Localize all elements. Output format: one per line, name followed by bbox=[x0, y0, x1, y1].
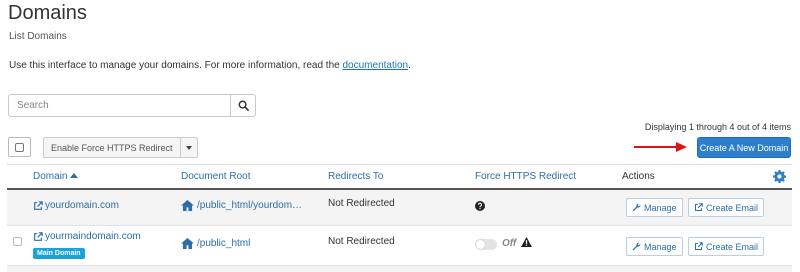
external-link-icon bbox=[694, 242, 703, 251]
force-https-state: Off bbox=[502, 238, 517, 249]
intro-text: Use this interface to manage your domain… bbox=[9, 60, 411, 71]
force-https-dropdown-toggle[interactable] bbox=[180, 137, 198, 158]
table-row: yourmaindomain.com Main Domain /public_h… bbox=[7, 226, 792, 266]
search-icon bbox=[238, 100, 249, 111]
question-circle-icon[interactable] bbox=[475, 201, 485, 214]
domains-table: Domain Document Root Redirects To Force … bbox=[7, 164, 792, 272]
home-icon bbox=[181, 200, 194, 211]
column-header-actions: Actions bbox=[622, 171, 655, 182]
create-email-button-label: Create Email bbox=[706, 241, 759, 252]
create-email-button[interactable]: Create Email bbox=[688, 198, 765, 217]
wrench-icon bbox=[632, 203, 641, 212]
document-root-label: /public_html bbox=[197, 238, 251, 249]
table-row: yourdomain.com /public_html/yourdomain.c… bbox=[7, 190, 792, 226]
documentation-link[interactable]: documentation bbox=[343, 60, 409, 71]
select-all-checkbox[interactable] bbox=[8, 137, 31, 157]
redirect-status: Not Redirected bbox=[328, 198, 395, 209]
table-row bbox=[7, 266, 792, 272]
domain-link[interactable]: yourmaindomain.com bbox=[33, 231, 141, 242]
wrench-icon bbox=[632, 242, 641, 251]
page-title: Domains bbox=[8, 2, 87, 24]
external-link-icon bbox=[34, 231, 43, 241]
document-root-link[interactable]: /public_html/yourdomain.com bbox=[181, 200, 307, 211]
pagination-summary: Displaying 1 through 4 out of 4 items bbox=[644, 122, 791, 132]
home-icon bbox=[181, 238, 194, 249]
column-header-force-https[interactable]: Force HTTPS Redirect bbox=[475, 171, 576, 182]
create-email-button[interactable]: Create Email bbox=[688, 237, 765, 256]
external-link-icon bbox=[34, 200, 43, 210]
gear-icon[interactable] bbox=[773, 170, 787, 188]
search-button[interactable] bbox=[230, 95, 255, 116]
domain-link-label: yourmaindomain.com bbox=[45, 231, 141, 242]
select-all-checkbox-box bbox=[15, 142, 24, 152]
column-header-document-root[interactable]: Document Root bbox=[181, 171, 250, 182]
manage-button[interactable]: Manage bbox=[626, 198, 683, 217]
annotation-arrow-head bbox=[676, 142, 687, 152]
table-header: Domain Document Root Redirects To Force … bbox=[7, 164, 792, 190]
column-header-redirects-to[interactable]: Redirects To bbox=[328, 171, 383, 182]
row-checkbox[interactable] bbox=[13, 237, 22, 246]
domain-link[interactable]: yourdomain.com bbox=[33, 200, 119, 211]
intro-text-body: Use this interface to manage your domain… bbox=[9, 60, 343, 71]
intro-text-end: . bbox=[408, 60, 411, 71]
main-domain-badge: Main Domain bbox=[33, 248, 85, 259]
toggle-knob bbox=[476, 240, 485, 249]
external-link-icon bbox=[694, 203, 703, 212]
column-header-domain[interactable]: Domain bbox=[33, 171, 79, 182]
create-email-button-label: Create Email bbox=[706, 202, 759, 213]
manage-button-label: Manage bbox=[644, 241, 677, 252]
manage-button[interactable]: Manage bbox=[626, 237, 683, 256]
redirect-status: Not Redirected bbox=[328, 236, 395, 247]
document-root-label: /public_html/yourdomain.com bbox=[197, 200, 307, 211]
sort-ascending-icon bbox=[70, 173, 79, 178]
enable-force-https-button[interactable]: Enable Force HTTPS Redirect bbox=[43, 137, 181, 158]
force-https-toggle[interactable] bbox=[475, 239, 497, 250]
domain-link-label: yourdomain.com bbox=[45, 200, 119, 211]
chevron-down-icon bbox=[185, 145, 192, 150]
document-root-link[interactable]: /public_html bbox=[181, 238, 250, 249]
search-box bbox=[8, 94, 256, 117]
column-header-domain-label: Domain bbox=[33, 171, 68, 182]
warning-icon[interactable] bbox=[521, 237, 532, 250]
page-subtitle: List Domains bbox=[9, 31, 67, 42]
force-https-button-group: Enable Force HTTPS Redirect bbox=[43, 137, 198, 158]
search-input[interactable] bbox=[9, 95, 230, 116]
manage-button-label: Manage bbox=[644, 202, 677, 213]
create-new-domain-button[interactable]: Create A New Domain bbox=[697, 137, 791, 158]
annotation-arrow-shaft bbox=[634, 146, 678, 148]
